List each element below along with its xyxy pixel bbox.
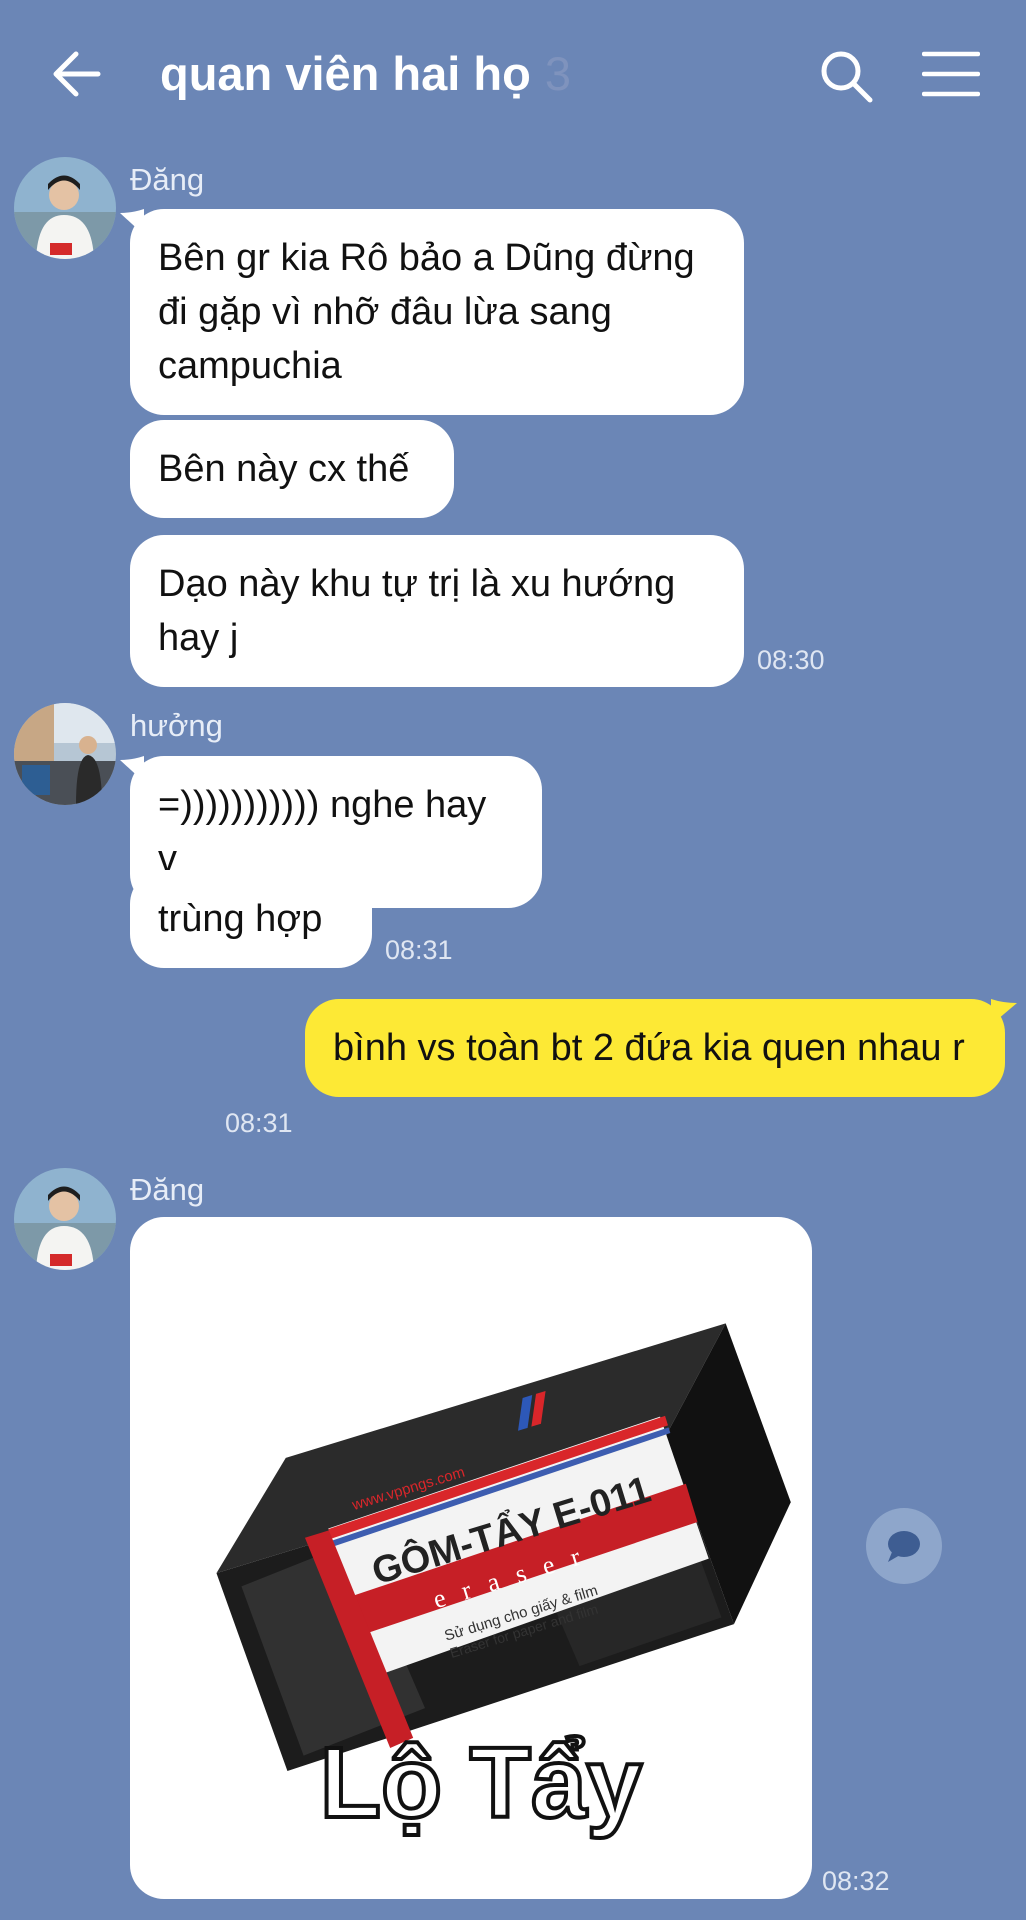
eraser-meme-image: www.vppngs.com GÔM-TẨY E-011 eraser Sử d… [216,1323,791,1841]
message-text: Bên này cx thế [158,448,410,490]
message-text: trùng hợp [158,898,323,940]
message-timestamp: 08:30 [757,645,825,675]
message-text: Bên gr kia Rô bảo a Dũng đừng đi gặp vì … [158,237,695,387]
group-name: quan viên hai họ [160,47,531,100]
sender-name: Đăng [130,162,205,197]
search-icon[interactable] [818,48,874,104]
comment-button[interactable] [866,1508,942,1584]
member-count: 3 [544,47,571,100]
sender-name: hưởng [130,708,223,743]
avatar-dang-photo [14,1168,116,1270]
avatar-dang[interactable] [14,1168,116,1270]
message-bubble-outgoing[interactable]: bình vs toàn bt 2 đứa kia quen nhau r [305,999,1017,1097]
bubble-tail [120,209,144,235]
meme-caption: Lộ Tẩy [320,1727,643,1839]
message-text: bình vs toàn bt 2 đứa kia quen nhau r [333,1027,965,1069]
arrow-left-icon[interactable] [48,44,108,104]
avatar-dang[interactable] [14,157,116,259]
message-bubble[interactable]: Bên này cx thế [130,420,454,518]
hamburger-menu-icon[interactable] [922,50,980,98]
image-message[interactable]: www.vppngs.com GÔM-TẨY E-011 eraser Sử d… [130,1217,812,1899]
speech-bubble-icon [888,1531,920,1562]
message-text: Dạo này khu tự trị là xu hướng hay j [158,563,676,659]
chat-header: quan viên hai họ 3 [0,0,1026,150]
message-timestamp: 08:31 [225,1108,293,1138]
avatar-huong-photo [14,703,116,805]
message-timestamp: 08:32 [822,1866,890,1896]
avatar-huong[interactable] [14,703,116,805]
message-bubble[interactable]: Dạo này khu tự trị là xu hướng hay j [130,535,744,687]
chat-title: quan viên hai họ 3 [160,46,571,101]
avatar-dang-photo [14,157,116,259]
message-timestamp: 08:31 [385,935,453,965]
sender-name: Đăng [130,1172,205,1207]
bubble-tail [120,756,144,782]
bubble-tail [991,999,1017,1025]
message-bubble[interactable]: trùng hợp [130,870,372,968]
message-text: =))))))))))) nghe hay v [158,784,487,880]
message-bubble[interactable]: Bên gr kia Rô bảo a Dũng đừng đi gặp vì … [120,209,744,415]
